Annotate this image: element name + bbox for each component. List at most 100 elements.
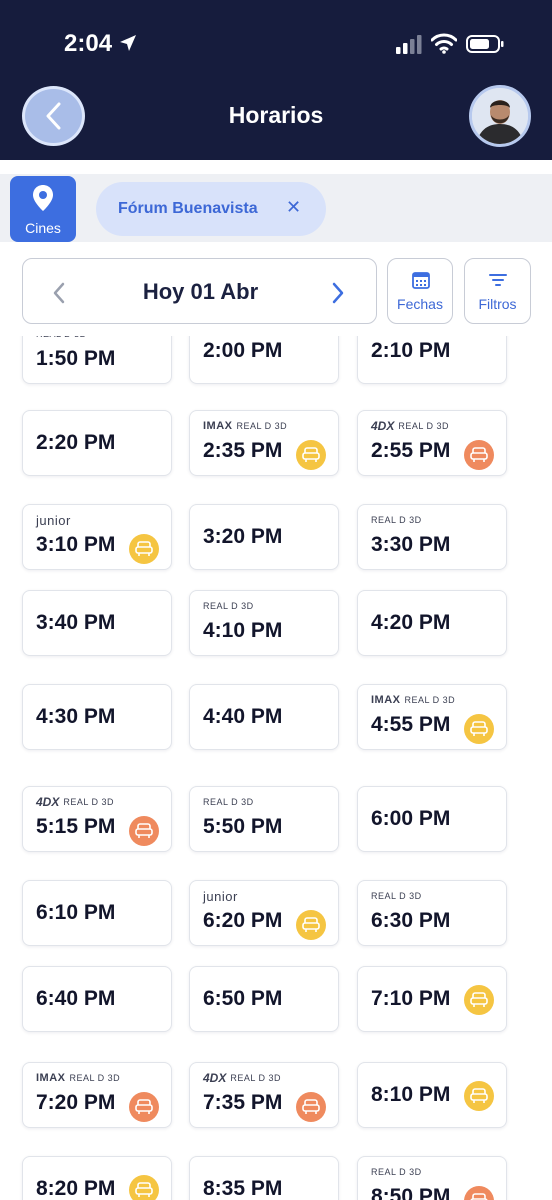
format-badges: junior — [203, 888, 238, 904]
showtime-time: 7:10 PM — [371, 987, 451, 1010]
showtime-slot[interactable]: junior 6:20 PM — [189, 880, 339, 946]
profile-photo-icon — [472, 88, 528, 144]
showtime-time: 6:50 PM — [203, 987, 283, 1010]
showtime-slot[interactable]: REAL D 3D 5:50 PM — [189, 786, 339, 852]
4dx-logo: 4DX — [36, 795, 60, 809]
format-badges: REAL D 3D — [371, 513, 422, 527]
showtime-slot[interactable]: REAL D 3D 1:50 PM — [22, 336, 172, 384]
cellular-signal-icon — [396, 35, 422, 54]
status-time: 2:04 — [64, 30, 113, 57]
header: 2:04 Horarios — [0, 0, 552, 160]
next-date-chevron-icon[interactable] — [330, 281, 346, 305]
showtime-slot[interactable]: IMAX REAL D 3D 4:55 PM — [357, 684, 507, 750]
seat-availability-icon — [129, 816, 159, 846]
format-badges: 4DX REAL D 3D — [371, 419, 449, 433]
reald-3d-logo: REAL D 3D — [203, 601, 254, 611]
cinemas-button[interactable]: Cines — [10, 176, 76, 242]
imax-logo: IMAX — [371, 694, 401, 706]
showtime-time: 4:40 PM — [203, 705, 283, 728]
filters-label: Filtros — [478, 296, 517, 312]
date-selector: Hoy 01 Abr — [22, 258, 377, 324]
showtime-slot[interactable]: 8:35 PM — [189, 1156, 339, 1200]
seat-availability-icon — [296, 440, 326, 470]
reald-3d-logo: REAL D 3D — [236, 421, 288, 431]
showtime-time: 5:15 PM — [36, 815, 116, 838]
showtime-slot[interactable]: junior 3:10 PM — [22, 504, 172, 570]
showtime-time: 2:55 PM — [371, 439, 451, 462]
showtime-time: 4:10 PM — [203, 619, 283, 642]
showtime-slot[interactable]: 4DX REAL D 3D 5:15 PM — [22, 786, 172, 852]
location-arrow-icon — [120, 35, 136, 51]
showtime-slot[interactable]: 8:20 PM — [22, 1156, 172, 1200]
showtime-slot[interactable]: REAL D 3D 6:30 PM — [357, 880, 507, 946]
junior-logo: junior — [203, 888, 238, 904]
dates-label: Fechas — [397, 296, 443, 312]
showtime-slot[interactable]: 4DX REAL D 3D 7:35 PM — [189, 1062, 339, 1128]
showtime-slot[interactable]: 6:50 PM — [189, 966, 339, 1032]
format-badges: REAL D 3D — [203, 599, 254, 613]
seat-availability-icon — [129, 1092, 159, 1122]
showtime-time: 5:50 PM — [203, 815, 283, 838]
junior-logo: junior — [36, 512, 71, 528]
showtime-time: 3:40 PM — [36, 611, 116, 634]
showtime-slot[interactable]: 4:30 PM — [22, 684, 172, 750]
reald-3d-logo: REAL D 3D — [398, 421, 450, 431]
cinemas-label: Cines — [25, 220, 61, 236]
showtime-slot[interactable]: 2:20 PM — [22, 410, 172, 476]
showtime-time: 3:30 PM — [371, 533, 451, 556]
reald-3d-logo: REAL D 3D — [230, 1073, 282, 1083]
seat-availability-icon — [129, 1175, 159, 1200]
selected-cinema-chip[interactable]: Fórum Buenavista ✕ — [96, 182, 326, 236]
showtime-slot[interactable]: 3:40 PM — [22, 590, 172, 656]
showtime-slot[interactable]: 6:40 PM — [22, 966, 172, 1032]
seat-availability-icon — [464, 1081, 494, 1111]
4dx-logo: 4DX — [371, 419, 395, 433]
reald-3d-logo: REAL D 3D — [69, 1073, 121, 1083]
format-badges: REAL D 3D — [371, 1165, 422, 1179]
showtime-time: 8:10 PM — [371, 1083, 451, 1106]
format-badges: IMAX REAL D 3D — [36, 1071, 120, 1085]
format-badges: 4DX REAL D 3D — [36, 795, 114, 809]
calendar-icon — [412, 272, 430, 289]
reald-3d-logo: REAL D 3D — [371, 1167, 422, 1177]
showtime-slot[interactable]: 4DX REAL D 3D 2:55 PM — [357, 410, 507, 476]
showtime-time: 6:20 PM — [203, 909, 283, 932]
showtime-slot[interactable]: 6:10 PM — [22, 880, 172, 946]
format-badges: junior — [36, 512, 71, 528]
showtime-slot[interactable]: 2:10 PM — [357, 336, 507, 384]
showtime-time: 8:50 PM — [371, 1185, 451, 1200]
map-pin-icon — [33, 185, 53, 211]
showtime-slot[interactable]: REAL D 3D 3:30 PM — [357, 504, 507, 570]
showtime-time: 6:00 PM — [371, 807, 451, 830]
showtime-slot[interactable]: IMAX REAL D 3D 7:20 PM — [22, 1062, 172, 1128]
showtime-slot[interactable]: REAL D 3D 4:10 PM — [189, 590, 339, 656]
seat-availability-icon — [296, 910, 326, 940]
filters-button[interactable]: Filtros — [464, 258, 531, 324]
seat-availability-icon — [296, 1092, 326, 1122]
showtime-slot[interactable]: 6:00 PM — [357, 786, 507, 852]
showtime-time: 6:10 PM — [36, 901, 116, 924]
showtime-time: 2:00 PM — [203, 339, 283, 362]
battery-icon — [466, 35, 504, 53]
reald-3d-logo: REAL D 3D — [36, 336, 87, 339]
showtime-time: 2:10 PM — [371, 339, 451, 362]
seat-availability-icon — [464, 985, 494, 1015]
showtime-slot[interactable]: 4:20 PM — [357, 590, 507, 656]
dates-button[interactable]: Fechas — [387, 258, 453, 324]
reald-3d-logo: REAL D 3D — [203, 797, 254, 807]
showtime-time: 8:20 PM — [36, 1177, 116, 1200]
avatar[interactable] — [469, 85, 531, 147]
showtime-slot[interactable]: REAL D 3D 8:50 PM — [357, 1156, 507, 1200]
showtime-slot[interactable]: 8:10 PM — [357, 1062, 507, 1128]
showtime-slot[interactable]: 3:20 PM — [189, 504, 339, 570]
format-badges: REAL D 3D — [203, 795, 254, 809]
showtime-slot[interactable]: 4:40 PM — [189, 684, 339, 750]
remove-cinema-icon[interactable]: ✕ — [286, 197, 301, 218]
showtime-slot[interactable]: 7:10 PM — [357, 966, 507, 1032]
showtime-slot[interactable]: IMAX REAL D 3D 2:35 PM — [189, 410, 339, 476]
imax-logo: IMAX — [203, 420, 233, 432]
wifi-icon — [431, 33, 457, 54]
showtime-time: 2:20 PM — [36, 431, 116, 454]
showtime-slot[interactable]: 2:00 PM — [189, 336, 339, 384]
reald-3d-logo: REAL D 3D — [371, 891, 422, 901]
